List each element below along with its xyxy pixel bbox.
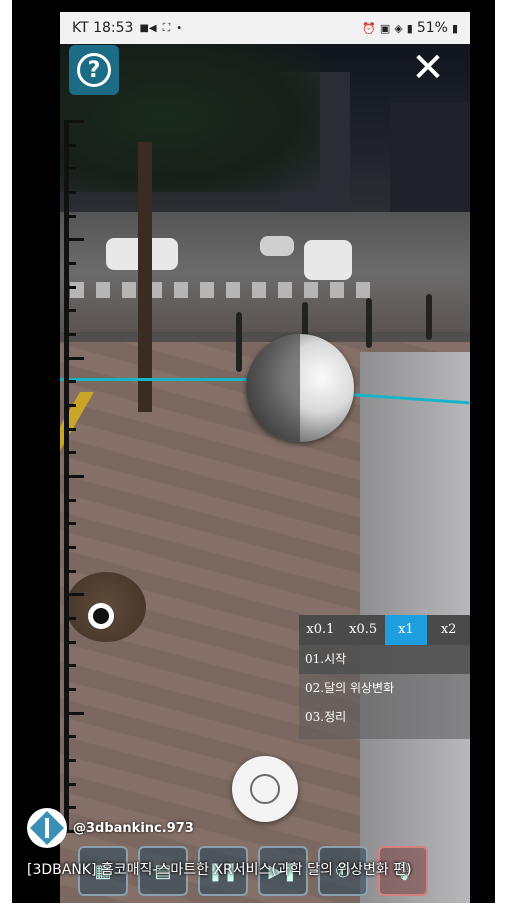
capture-button[interactable] [232, 756, 298, 822]
crosswalk [70, 282, 370, 298]
tree-trunk [138, 142, 152, 412]
speed-option-0-1[interactable]: x0.1 [299, 615, 342, 645]
bollard [426, 294, 432, 340]
phone-frame: KT 18:53 ■◀ ⛶ • ⏰ ▣ ◈ ▮ 51% ▮ ? ✕ x0.1 x… [12, 0, 495, 903]
video-icon: ■◀ [139, 22, 157, 34]
close-icon: ✕ [411, 45, 445, 91]
battery-icon: ▮ [451, 21, 458, 35]
ruler-tick [64, 783, 76, 786]
capture-icon [250, 774, 280, 804]
step-list: 01.시작 02.달의 위상변화 03.정리 [299, 645, 470, 739]
car [260, 236, 294, 256]
ruler-tick [64, 617, 76, 620]
ruler-tick [64, 286, 76, 289]
channel-logo [27, 808, 67, 848]
measure-ruler [64, 120, 84, 833]
ruler-tick [64, 735, 76, 738]
ruler-tick [64, 215, 76, 218]
nfc-icon: ▣ [379, 21, 391, 35]
bollard [236, 312, 242, 372]
screenshot-icon: ⛶ [162, 21, 171, 34]
ruler-tick [64, 357, 84, 360]
help-icon: ? [77, 53, 111, 87]
ruler-tick [64, 499, 76, 502]
ruler-tick [64, 570, 76, 573]
speed-option-2[interactable]: x2 [427, 615, 470, 645]
ruler-tick [64, 451, 76, 454]
speed-selector: x0.1 x0.5 x1 x2 [299, 615, 470, 645]
ruler-tick [64, 309, 76, 312]
ruler-tick [64, 712, 84, 715]
ruler-tick [64, 333, 76, 336]
ruler-tick [64, 380, 76, 383]
street [60, 212, 470, 332]
step-start[interactable]: 01.시작 [299, 645, 470, 674]
speed-option-1[interactable]: x1 [384, 615, 428, 645]
car [304, 240, 352, 280]
guide-line [60, 378, 250, 381]
ruler-tick [64, 404, 76, 407]
position-marker[interactable] [88, 603, 114, 629]
ruler-tick [64, 191, 76, 194]
ruler-tick [64, 759, 76, 762]
wifi-icon: ◈ [394, 21, 403, 35]
step-moon-phases[interactable]: 02.달의 위상변화 [299, 674, 470, 703]
ruler-tick [64, 664, 76, 667]
ruler-tick [64, 428, 76, 431]
ruler-tick [64, 688, 76, 691]
status-bar: KT 18:53 ■◀ ⛶ • ⏰ ▣ ◈ ▮ 51% ▮ [60, 12, 470, 44]
carrier-time: KT 18:53 [72, 20, 134, 36]
bollard [366, 298, 372, 348]
ruler-tick [64, 641, 76, 644]
ruler-tick [64, 522, 76, 525]
dot-icon: • [176, 22, 183, 34]
ruler-tick [64, 120, 84, 123]
ruler-tick [64, 144, 76, 147]
ruler-tick [64, 475, 84, 478]
channel-watermark: @3dbankinc.973 [27, 808, 194, 848]
channel-handle: @3dbankinc.973 [73, 820, 194, 836]
ruler-tick [64, 593, 84, 596]
close-button[interactable]: ✕ [408, 48, 448, 88]
speed-option-0-5[interactable]: x0.5 [342, 615, 385, 645]
help-button[interactable]: ? [69, 45, 119, 95]
ruler-tick [64, 546, 76, 549]
battery-level: 51% [416, 20, 448, 36]
signal-icon: ▮ [406, 21, 413, 35]
video-caption: [3DBANK] 홈코매직-스마트한 XR서비스(과학 달의 위상변화 편) [27, 862, 412, 878]
ruler-tick [64, 167, 76, 170]
ar-camera-view: KT 18:53 ■◀ ⛶ • ⏰ ▣ ◈ ▮ 51% ▮ ? ✕ x0.1 x… [60, 12, 470, 903]
ruler-tick [64, 262, 76, 265]
alarm-icon: ⏰ [362, 21, 376, 35]
step-summary[interactable]: 03.정리 [299, 703, 470, 732]
ruler-tick [64, 238, 84, 241]
